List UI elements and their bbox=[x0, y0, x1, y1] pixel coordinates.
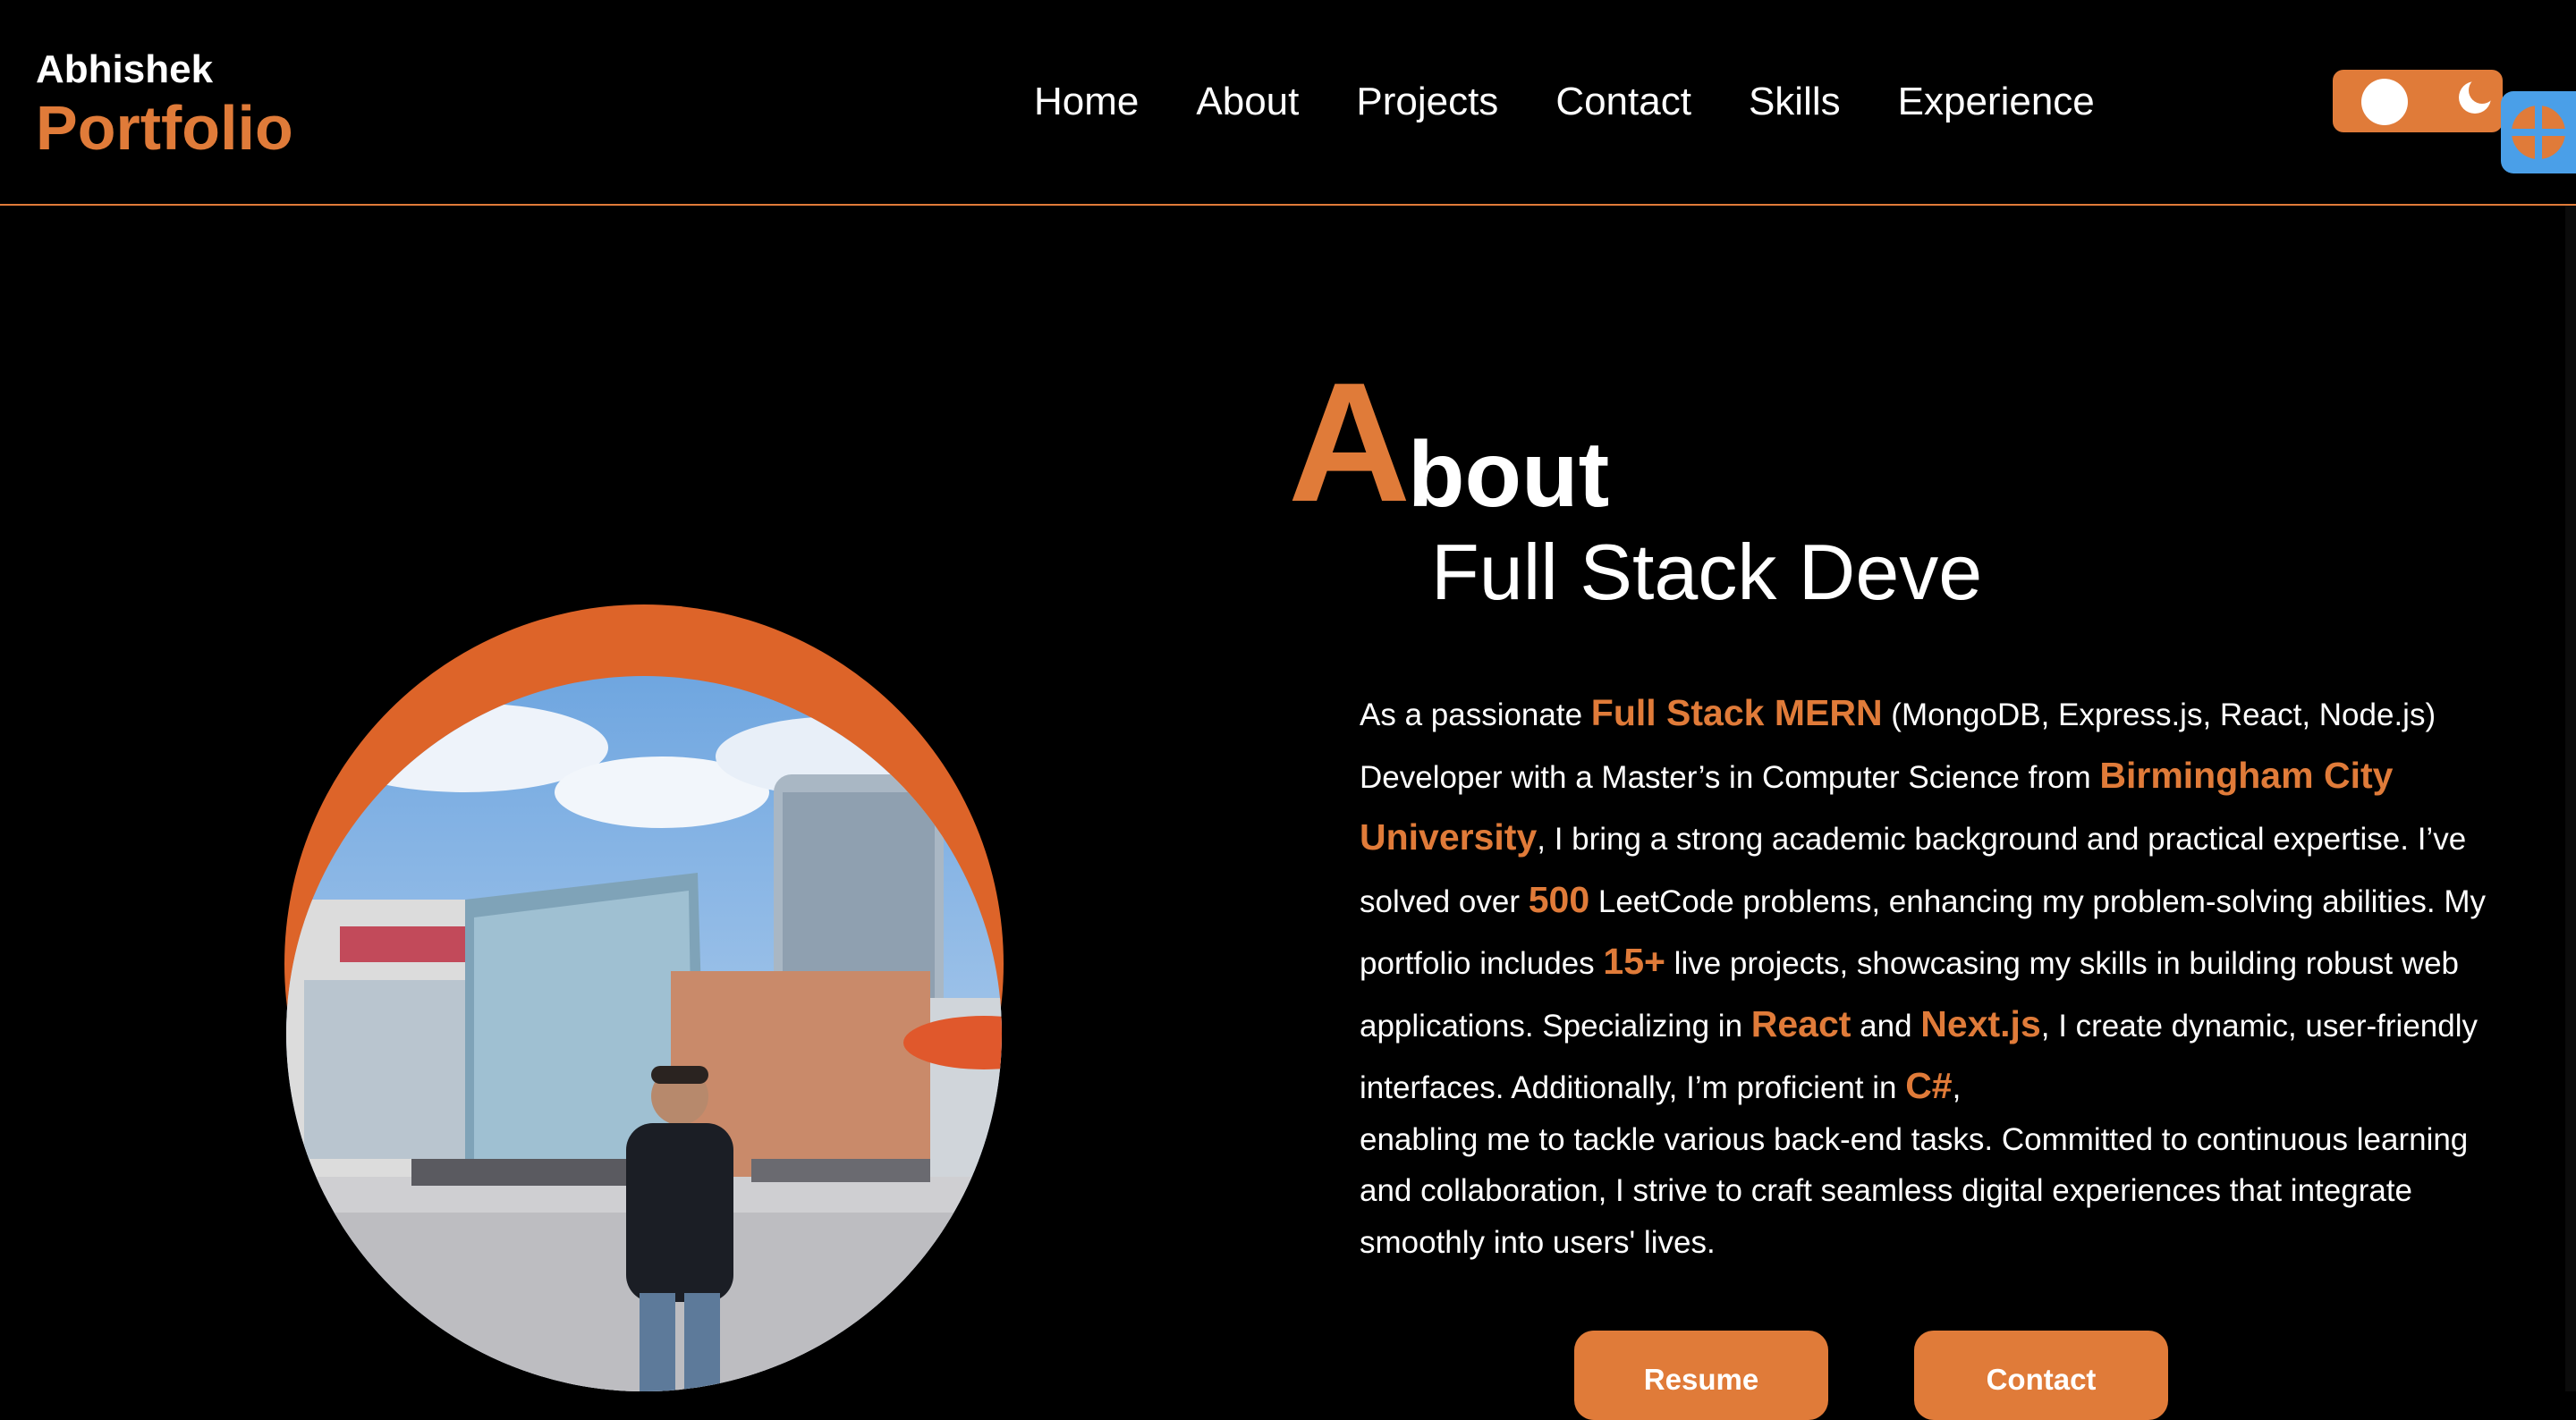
highlight-nextjs: Next.js bbox=[1920, 1002, 2041, 1044]
moon-icon bbox=[2459, 77, 2496, 114]
resume-button[interactable]: Resume bbox=[1574, 1331, 1828, 1420]
nav-skills[interactable]: Skills bbox=[1749, 75, 1841, 129]
brand-first-name: Abhishek bbox=[36, 47, 214, 91]
toggle-knob bbox=[2361, 79, 2408, 125]
theme-toggle[interactable] bbox=[2333, 70, 2503, 132]
about-text: As a passionate bbox=[1360, 697, 1591, 732]
brand-logo[interactable]: Abhishek Portfolio bbox=[36, 46, 293, 163]
about-text-closing: enabling me to tackle various back-end t… bbox=[1360, 1121, 2469, 1260]
highlight-leetcode-count: 500 bbox=[1528, 878, 1590, 920]
about-heading-initial: A bbox=[1288, 348, 1411, 537]
nav-contact[interactable]: Contact bbox=[1555, 75, 1691, 129]
grid-icon bbox=[2508, 102, 2569, 163]
contact-button[interactable]: Contact bbox=[1914, 1331, 2168, 1420]
highlight-mern: Full Stack MERN bbox=[1590, 692, 1883, 733]
highlight-project-count: 15+ bbox=[1603, 941, 1665, 982]
page-scrollbar[interactable] bbox=[2565, 206, 2576, 1391]
site-header: Abhishek Portfolio Home About Projects C… bbox=[0, 0, 2576, 206]
brand-portfolio-label: Portfolio bbox=[36, 93, 293, 163]
highlight-csharp: C# bbox=[1905, 1065, 1953, 1106]
extension-widget-icon[interactable] bbox=[2501, 91, 2576, 173]
nav-experience[interactable]: Experience bbox=[1898, 75, 2095, 129]
nav-projects[interactable]: Projects bbox=[1356, 75, 1498, 129]
about-text: , bbox=[1952, 1070, 1962, 1105]
about-paragraph: As a passionate Full Stack MERN (MongoDB… bbox=[1360, 683, 2497, 1268]
nav-about[interactable]: About bbox=[1196, 75, 1299, 129]
nav-home[interactable]: Home bbox=[1034, 75, 1139, 129]
typing-subtitle: Full Stack Deve bbox=[1431, 528, 1983, 616]
highlight-react: React bbox=[1750, 1002, 1852, 1044]
main-nav: Home About Projects Contact Skills Exper… bbox=[1034, 75, 2095, 129]
profile-photo-frame bbox=[284, 604, 1004, 1391]
about-text: and bbox=[1851, 1008, 1921, 1044]
profile-photo bbox=[286, 676, 1002, 1391]
about-heading-rest: bout bbox=[1408, 423, 1610, 527]
